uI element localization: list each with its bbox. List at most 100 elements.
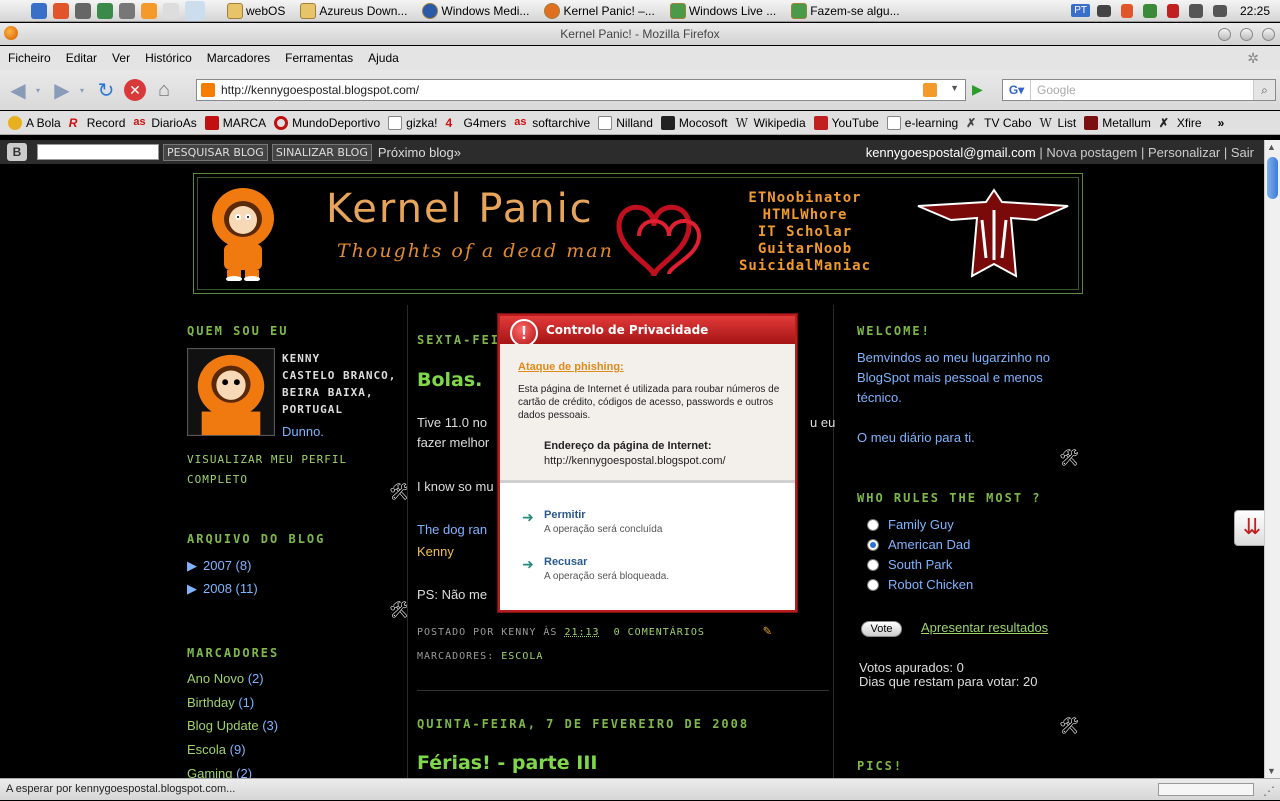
menu-ficheiro[interactable]: Ficheiro (8, 51, 51, 65)
bookmarks-overflow-icon[interactable]: » (1218, 116, 1225, 130)
search-icon[interactable] (119, 2, 135, 19)
tray-icon[interactable] (1188, 3, 1203, 18)
forward-button[interactable]: ▶ (48, 76, 76, 104)
home-button[interactable]: ⌂ (150, 76, 178, 104)
comments-link[interactable]: 0 COMENTÁRIOS (614, 627, 705, 638)
radio-button[interactable] (867, 558, 879, 571)
bookmark-nilland[interactable]: Nilland (598, 115, 653, 130)
bookmark-youtube[interactable]: YouTube (813, 115, 879, 130)
allow-button[interactable]: Permitir (544, 509, 662, 521)
label-link-escola[interactable]: ESCOLA (501, 651, 543, 662)
post-link[interactable]: The dog ran (417, 520, 487, 540)
bookmark-a-bola[interactable]: A Bola (8, 115, 61, 130)
label-birthday[interactable]: Birthday (1) (187, 695, 254, 710)
tray-icon[interactable] (1096, 4, 1111, 17)
forward-history-icon[interactable]: ▾ (76, 76, 88, 104)
new-post-link[interactable]: Nova postagem (1046, 145, 1137, 160)
radio-button[interactable] (867, 518, 879, 531)
bookmark-mocosoft[interactable]: Mocosoft (660, 115, 728, 130)
menu-ver[interactable]: Ver (112, 51, 130, 65)
expand-triangle-icon[interactable]: ▶ (187, 558, 197, 573)
back-history-icon[interactable]: ▾ (32, 76, 44, 104)
go-button[interactable]: ▶ (972, 81, 990, 99)
bookmark-xfire[interactable]: ✗ Xfire (1159, 116, 1202, 130)
poll-option-robot-chicken[interactable]: Robot Chicken (867, 577, 973, 592)
taskbar-item-fazem-se[interactable]: Fazem-se algu... (788, 2, 900, 19)
scroll-down-icon[interactable]: ▼ (1267, 766, 1276, 776)
phishing-heading[interactable]: Ataque de phishing: (518, 361, 624, 373)
url-dropdown-icon[interactable]: ▼ (950, 83, 959, 93)
scrollbar-thumb[interactable] (1267, 157, 1278, 199)
next-blog-link[interactable]: Próximo blog» (378, 145, 461, 160)
label-escola[interactable]: Escola (9) (187, 742, 246, 757)
desktop-icon[interactable] (97, 2, 113, 19)
menu-historico[interactable]: Histórico (145, 51, 192, 65)
clock[interactable]: 22:25 (1240, 4, 1270, 18)
tray-icon[interactable] (1120, 3, 1133, 18)
minimize-button[interactable] (1218, 28, 1231, 41)
radio-button-selected[interactable] (867, 538, 879, 551)
maximize-button[interactable] (1240, 28, 1253, 41)
bookmark-tvcabo[interactable]: ✗ TV Cabo (966, 116, 1031, 130)
tools-icon[interactable] (75, 2, 91, 19)
flag-blog-button[interactable]: SINALIZAR BLOG (271, 143, 372, 161)
address-bar[interactable]: http://kennygoespostal.blogspot.com/ ▼ (196, 79, 966, 101)
bookmark-mundodeportivo[interactable]: MundoDeportivo (274, 115, 380, 130)
logout-link[interactable]: Sair (1231, 145, 1254, 160)
archive-item-2008[interactable]: ▶ 2008 (11) (187, 581, 258, 597)
radio-button[interactable] (867, 578, 879, 591)
edit-post-pencil-icon[interactable]: ✎ (763, 623, 772, 639)
menu-ajuda[interactable]: Ajuda (368, 51, 399, 65)
scroll-down-double-arrow-icon[interactable]: ⇊ (1234, 510, 1264, 546)
taskbar-item-windows-live[interactable]: Windows Live ... (667, 2, 776, 19)
vertical-scrollbar[interactable]: ▲ ▼ (1264, 140, 1280, 778)
tasks-icon[interactable] (163, 2, 179, 19)
post-title[interactable]: Férias! - parte III (417, 752, 597, 774)
profile-photo[interactable] (187, 348, 275, 436)
opera-icon[interactable] (53, 2, 69, 19)
show-results-link[interactable]: Apresentar resultados (921, 620, 1048, 635)
edit-widget-icon[interactable]: 🛠 (1059, 448, 1079, 468)
bookmark-wikipedia[interactable]: W Wikipedia (736, 116, 806, 130)
bookmark-record[interactable]: R Record (69, 116, 126, 130)
search-go-icon[interactable]: ⌕ (1253, 80, 1275, 100)
vote-button[interactable]: Vote (861, 621, 902, 637)
bookmark-elearning[interactable]: e-learning (886, 115, 958, 130)
poll-option-family-guy[interactable]: Family Guy (867, 517, 954, 532)
search-engine-google-icon[interactable]: G▾ (1003, 80, 1031, 100)
rss-icon[interactable] (141, 2, 157, 19)
bookmark-softarchive[interactable]: as softarchive (514, 116, 590, 130)
language-indicator[interactable]: PT (1071, 4, 1090, 17)
menu-ferramentas[interactable]: Ferramentas (285, 51, 353, 65)
customize-link[interactable]: Personalizar (1148, 145, 1220, 160)
blog-search-input[interactable] (37, 144, 159, 160)
deny-button[interactable]: Recusar (544, 556, 669, 568)
edit-widget-icon[interactable]: 🛠 (1059, 716, 1079, 736)
search-input[interactable]: Google (1031, 83, 1253, 97)
bookmark-metallum[interactable]: Metallum (1084, 115, 1151, 130)
scroll-up-icon[interactable]: ▲ (1267, 142, 1276, 152)
back-button[interactable]: ◀ (4, 76, 32, 104)
post-permalink[interactable]: 21:13 (564, 627, 599, 638)
bookmark-gizka[interactable]: gizka! (388, 115, 438, 130)
resize-grip-icon[interactable]: ⋰ (1263, 781, 1275, 801)
stop-button[interactable]: ✕ (124, 79, 146, 101)
label-gaming[interactable]: Gaming (2) (187, 766, 252, 778)
blogger-logo-icon[interactable]: B (7, 143, 27, 161)
bookmark-list[interactable]: W List (1040, 116, 1077, 130)
search-blog-button[interactable]: PESQUISAR BLOG (163, 143, 268, 161)
allow-action[interactable]: ➜ Permitir A operação será concluída (522, 509, 662, 535)
menu-marcadores[interactable]: Marcadores (207, 51, 270, 65)
tray-icon[interactable] (1166, 3, 1179, 18)
poll-option-south-park[interactable]: South Park (867, 557, 952, 572)
archive-item-2007[interactable]: ▶ 2007 (8) (187, 558, 251, 574)
tray-icon[interactable] (1142, 3, 1157, 18)
reload-button[interactable]: ↻ (92, 76, 120, 104)
poll-option-american-dad[interactable]: American Dad (867, 537, 970, 552)
search-box[interactable]: G▾ Google ⌕ (1002, 79, 1276, 101)
bookmark-g4mers[interactable]: 4 G4mers (446, 116, 507, 130)
rss-feed-icon[interactable] (923, 83, 937, 97)
expand-triangle-icon[interactable]: ▶ (187, 581, 197, 596)
view-full-profile-link[interactable]: VISUALIZAR MEU PERFIL COMPLETO (187, 450, 387, 490)
bookmark-diarioas[interactable]: as DiarioAs (133, 116, 196, 130)
